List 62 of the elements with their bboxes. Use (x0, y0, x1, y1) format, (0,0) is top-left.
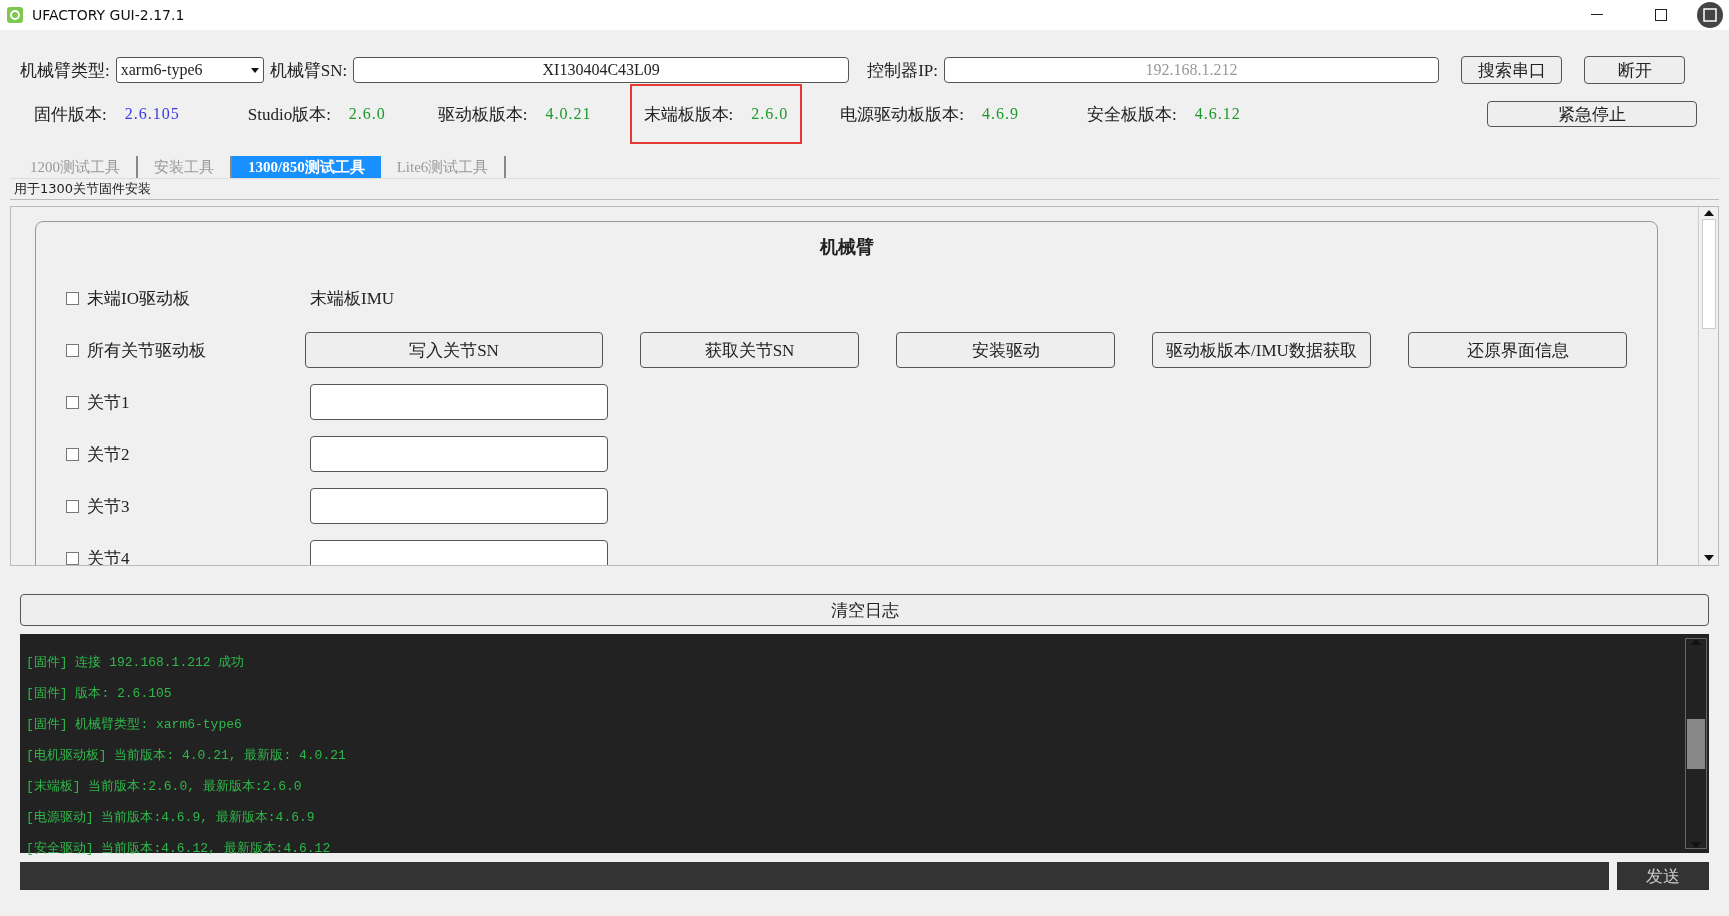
checkbox[interactable] (66, 343, 79, 357)
action-button[interactable]: 安装驱动 (896, 332, 1115, 368)
arm-type-dropdown[interactable]: xarm6-type6 (115, 57, 264, 83)
log-line: [固件] 连接 192.168.1.212 成功 (26, 653, 245, 671)
app-logo-icon (6, 6, 24, 24)
scrollbar[interactable] (1698, 207, 1718, 565)
group-title: 机械臂 (818, 236, 875, 259)
scroll-down-icon[interactable] (1703, 555, 1714, 561)
tab-description: 用于1300关节固件安装 (10, 178, 1719, 200)
action-button[interactable]: 获取关节SN (640, 332, 859, 368)
input-field[interactable] (310, 436, 608, 472)
checkbox-label: 关节1 (87, 391, 130, 414)
sn-field[interactable]: XI130404C43L09 (353, 57, 850, 83)
row-text: 末端板IMU (310, 287, 395, 310)
checkbox-label: 关节3 (87, 495, 130, 518)
field-label: 控制器IP: (867, 59, 939, 82)
checkbox[interactable] (66, 291, 79, 305)
version-value: 4.0.21 (545, 105, 592, 123)
command-input[interactable] (20, 862, 1609, 890)
version-value: 4.6.9 (982, 105, 1020, 123)
version-label: 固件版本: (34, 103, 107, 126)
log-line: [电源驱动] 当前版本:4.6.9, 最新版本:4.6.9 (26, 808, 315, 826)
checkbox-label: 所有关节驱动板 (87, 339, 206, 362)
version-value: 4.6.12 (1194, 105, 1241, 123)
emergency-stop-button[interactable]: 紧急停止 (1487, 101, 1697, 127)
version-value: 2.6.0 (348, 105, 386, 123)
version-value: 2.6.0 (751, 105, 789, 123)
field-label: 机械臂类型: (20, 59, 110, 82)
checkbox[interactable] (66, 551, 79, 565)
clear-log-button[interactable]: 清空日志 (20, 594, 1709, 626)
scroll-up-icon[interactable] (1703, 210, 1714, 216)
checkbox-label: 关节2 (87, 443, 130, 466)
log-line: [固件] 版本: 2.6.105 (26, 684, 172, 702)
version-label: 驱动板版本: (437, 103, 528, 126)
version-label: 末端板版本: (643, 103, 734, 126)
disconnect-button[interactable]: 断开 (1584, 56, 1686, 84)
log-scrollbar[interactable] (1685, 638, 1707, 849)
input-field[interactable] (310, 488, 608, 524)
input-field[interactable] (310, 384, 608, 420)
search-port-button[interactable]: 搜索串口 (1461, 56, 1563, 84)
send-button[interactable]: 发送 (1617, 862, 1709, 890)
log-line: [电机驱动板] 当前版本: 4.0.21, 最新版: 4.0.21 (26, 746, 346, 764)
version-label: Studio版本: (247, 103, 331, 126)
log-line: [安全驱动] 当前版本:4.6.12, 最新版本:4.6.12 (26, 839, 331, 857)
field-label: 机械臂SN: (269, 59, 348, 82)
action-button[interactable]: 驱动板版本/IMU数据获取 (1152, 332, 1371, 368)
version-label: 电源驱动板版本: (840, 103, 965, 126)
checkbox[interactable] (66, 395, 79, 409)
version-label: 安全板版本: (1087, 103, 1177, 126)
log-line: [末端板] 当前版本:2.6.0, 最新版本:2.6.0 (26, 777, 302, 795)
action-button[interactable]: 写入关节SN (305, 332, 603, 368)
window-title: UFACTORY GUI-2.17.1 (32, 7, 185, 23)
checkbox[interactable] (66, 447, 79, 461)
version-value: 2.6.105 (124, 105, 180, 123)
action-button[interactable]: 还原界面信息 (1408, 332, 1627, 368)
scroll-thumb[interactable] (1687, 718, 1705, 769)
dropdown-caret-icon[interactable] (250, 67, 259, 73)
log-line: [固件] 机械臂类型: xarm6-type6 (26, 715, 242, 733)
checkbox-label: 末端IO驱动板 (87, 287, 190, 310)
scroll-thumb[interactable] (1701, 219, 1716, 329)
checkbox-label: 关节4 (87, 547, 130, 565)
checkbox[interactable] (66, 499, 79, 513)
